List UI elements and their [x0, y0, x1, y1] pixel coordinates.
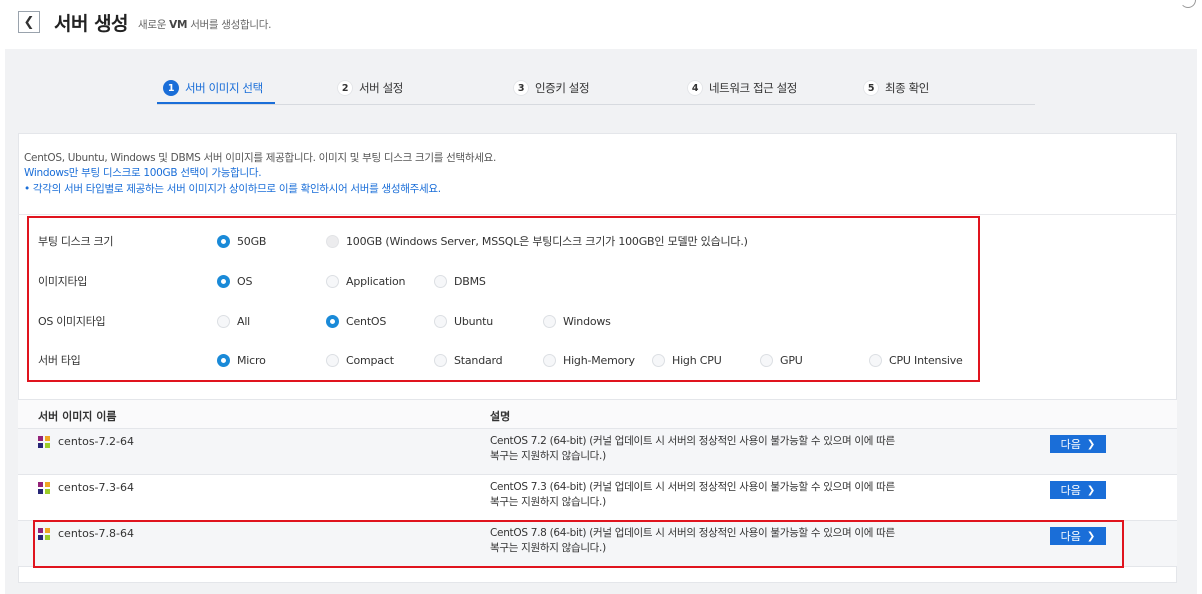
- table-row: centos-7.8-64 CentOS 7.8 (64-bit) (커널 업데…: [18, 521, 1177, 567]
- image-description-cell: CentOS 7.3 (64-bit) (커널 업데이트 시 서버의 정상적인 …: [490, 481, 895, 508]
- centos-logo-icon: [38, 435, 50, 448]
- radio-os-centos[interactable]: CentOS: [326, 314, 386, 328]
- radio-image-application[interactable]: Application: [326, 274, 405, 288]
- radio-server-cpu-intensive[interactable]: CPU Intensive: [869, 353, 963, 367]
- page-title: 서버 생성: [54, 12, 129, 35]
- radio-unchecked-icon: [543, 353, 556, 367]
- radio-checked-icon: [217, 234, 230, 248]
- centos-logo-icon: [38, 481, 50, 494]
- radio-disk-100gb: 100GB (Windows Server, MSSQL은 부팅디스크 크기가 …: [326, 233, 748, 249]
- radio-checked-icon: [217, 274, 230, 288]
- radio-server-gpu[interactable]: GPU: [760, 353, 803, 367]
- radio-unchecked-icon: [543, 314, 556, 328]
- radio-unchecked-icon: [760, 353, 773, 367]
- radio-checked-icon: [326, 314, 339, 328]
- radio-os-ubuntu[interactable]: Ubuntu: [434, 314, 493, 328]
- image-name-cell: centos-7.8-64: [38, 527, 134, 540]
- radio-unchecked-icon: [434, 353, 447, 367]
- table-row: centos-7.3-64 CentOS 7.3 (64-bit) (커널 업데…: [18, 475, 1177, 521]
- info-note: • 각각의 서버 타입별로 제공하는 서버 이미지가 상이하므로 이를 확인하시…: [24, 183, 441, 195]
- radio-image-dbms[interactable]: DBMS: [434, 274, 486, 288]
- column-header-description: 설명: [490, 410, 511, 423]
- radio-unchecked-icon: [869, 353, 882, 367]
- info-text: CentOS, Ubuntu, Windows 및 DBMS 서버 이미지를 제…: [24, 151, 496, 197]
- radio-unchecked-icon: [652, 353, 665, 367]
- chevron-right-icon: ❯: [1086, 530, 1096, 542]
- divider: [18, 214, 1177, 215]
- image-description-cell: CentOS 7.2 (64-bit) (커널 업데이트 시 서버의 정상적인 …: [490, 435, 895, 462]
- info-line-highlight: Windows만 부팅 디스크로 100GB 선택이 가능합니다.: [24, 167, 262, 179]
- loading-icon: [1180, 0, 1196, 8]
- os-image-type-row: OS 이미지타입 All CentOS Ubuntu Windows: [38, 311, 988, 331]
- radio-os-windows[interactable]: Windows: [543, 314, 611, 328]
- page-header: ❮ 서버 생성 새로운 VM 서버를 생성합니다.: [18, 8, 271, 36]
- table-row: centos-7.2-64 CentOS 7.2 (64-bit) (커널 업데…: [18, 429, 1177, 475]
- os-image-type-label: OS 이미지타입: [38, 315, 106, 328]
- next-button[interactable]: 다음 ❯: [1050, 527, 1106, 545]
- step-number: 4: [687, 80, 703, 96]
- step-label: 인증키 설정: [535, 81, 590, 95]
- chevron-right-icon: ❯: [1086, 484, 1096, 496]
- radio-unchecked-icon: [217, 314, 230, 328]
- step-auth-key[interactable]: 3 인증키 설정: [513, 80, 590, 96]
- radio-disabled-icon: [326, 234, 339, 248]
- image-type-label: 이미지타입: [38, 275, 88, 288]
- radio-server-high-cpu[interactable]: High CPU: [652, 353, 722, 367]
- radio-server-standard[interactable]: Standard: [434, 353, 503, 367]
- boot-disk-size-label: 부팅 디스크 크기: [38, 235, 114, 248]
- radio-checked-icon: [217, 353, 230, 367]
- radio-image-os[interactable]: OS: [217, 274, 252, 288]
- step-server-settings[interactable]: 2 서버 설정: [337, 80, 403, 96]
- step-label: 최종 확인: [885, 81, 929, 95]
- step-label: 서버 이미지 선택: [185, 81, 263, 95]
- step-final-confirm[interactable]: 5 최종 확인: [863, 80, 929, 96]
- radio-disk-50gb[interactable]: 50GB: [217, 234, 266, 248]
- step-indicator: 1 서버 이미지 선택 2 서버 설정 3 인증키 설정 4 네트워크 접근 설…: [157, 76, 1035, 105]
- step-server-image[interactable]: 1 서버 이미지 선택: [163, 80, 263, 96]
- step-label: 서버 설정: [359, 81, 403, 95]
- radio-server-compact[interactable]: Compact: [326, 353, 394, 367]
- image-type-row: 이미지타입 OS Application DBMS: [38, 271, 988, 291]
- step-number: 2: [337, 80, 353, 96]
- image-name-cell: centos-7.3-64: [38, 481, 134, 494]
- active-step-underline: [157, 102, 275, 104]
- table-header: 서버 이미지 이름 설명: [18, 399, 1177, 429]
- step-network-access[interactable]: 4 네트워크 접근 설정: [687, 80, 797, 96]
- server-type-row: 서버 타입 Micro Compact Standard High-Memory…: [38, 350, 988, 370]
- image-description-cell: CentOS 7.8 (64-bit) (커널 업데이트 시 서버의 정상적인 …: [490, 527, 895, 554]
- next-button[interactable]: 다음 ❯: [1050, 481, 1106, 499]
- radio-unchecked-icon: [434, 314, 447, 328]
- page-subtitle: 새로운 VM 서버를 생성합니다.: [138, 18, 272, 31]
- chevron-right-icon: ❯: [1086, 438, 1096, 450]
- centos-logo-icon: [38, 527, 50, 540]
- column-header-name: 서버 이미지 이름: [38, 410, 117, 423]
- step-number: 1: [163, 80, 179, 96]
- step-label: 네트워크 접근 설정: [709, 81, 797, 95]
- next-button[interactable]: 다음 ❯: [1050, 435, 1106, 453]
- radio-unchecked-icon: [326, 274, 339, 288]
- step-number: 3: [513, 80, 529, 96]
- back-button[interactable]: ❮: [18, 11, 40, 33]
- info-line: CentOS, Ubuntu, Windows 및 DBMS 서버 이미지를 제…: [24, 152, 496, 164]
- server-type-label: 서버 타입: [38, 354, 81, 367]
- image-name-cell: centos-7.2-64: [38, 435, 134, 448]
- radio-unchecked-icon: [434, 274, 447, 288]
- radio-unchecked-icon: [326, 353, 339, 367]
- radio-server-high-memory[interactable]: High-Memory: [543, 353, 635, 367]
- radio-server-micro[interactable]: Micro: [217, 353, 266, 367]
- boot-disk-size-row: 부팅 디스크 크기 50GB 100GB (Windows Server, MS…: [38, 231, 988, 251]
- chevron-left-icon: ❮: [23, 14, 35, 30]
- step-number: 5: [863, 80, 879, 96]
- radio-os-all[interactable]: All: [217, 314, 250, 328]
